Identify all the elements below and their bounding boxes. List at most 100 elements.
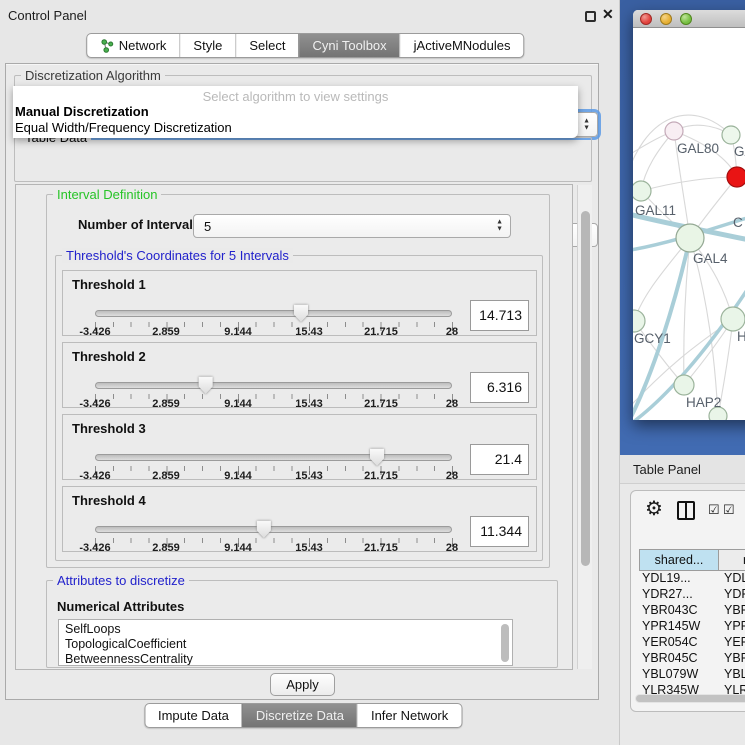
- table-horizontal-scrollbar[interactable]: [635, 694, 745, 703]
- slider-thumb[interactable]: [198, 376, 214, 394]
- thresholds-group-label: Threshold's Coordinates for 5 Intervals: [62, 248, 293, 263]
- table-row[interactable]: YBR045CYBR0: [639, 651, 745, 667]
- tab-discretize-data[interactable]: Discretize Data: [242, 704, 357, 727]
- network-node[interactable]: [722, 126, 740, 144]
- slider-axis-labels: -3.4262.8599.14415.4321.71528: [63, 398, 538, 410]
- network-node[interactable]: [633, 310, 645, 332]
- network-canvas[interactable]: GAL80GACGAL11GAL4GCY1HHAP2: [633, 29, 745, 420]
- tab-jactivemnodules[interactable]: jActiveMNodules: [400, 34, 524, 57]
- dropdown-option-manual-discretization[interactable]: Manual Discretization: [15, 104, 149, 119]
- tab-style[interactable]: Style: [179, 34, 235, 57]
- tab-network[interactable]: Network: [87, 34, 180, 57]
- threshold-row: Threshold 3 -3.4262.8599.14415.4321.7152…: [62, 414, 537, 480]
- threshold-row: Threshold 1 -3.4262.8599.14415.4321.7152…: [62, 270, 537, 336]
- interval-definition-group: Interval Definition Number of Intervals …: [46, 194, 550, 568]
- table-row[interactable]: YDR27...YDR2: [639, 587, 745, 603]
- dropdown-option-equal-width-frequency[interactable]: Equal Width/Frequency Discretization: [15, 120, 232, 135]
- numerical-attributes-label: Numerical Attributes: [57, 599, 184, 614]
- network-node[interactable]: [721, 307, 745, 331]
- discretization-algorithm-label: Discretization Algorithm: [21, 68, 165, 83]
- network-window-titlebar[interactable]: [633, 10, 745, 28]
- control-panel-titlebar: Control Panel ✕: [0, 0, 620, 30]
- settings-scrollpane: Interval Definition Number of Intervals …: [15, 184, 573, 670]
- tab-network-label: Network: [119, 38, 167, 53]
- column-header-shared[interactable]: shared...: [639, 549, 719, 571]
- table-row[interactable]: YBL079WYBL0: [639, 667, 745, 683]
- list-scrollbar[interactable]: [501, 624, 509, 662]
- column-header-name[interactable]: n: [719, 549, 745, 571]
- network-node[interactable]: [665, 122, 683, 140]
- number-of-intervals-value: 5: [204, 219, 211, 234]
- threshold-label: Threshold 1: [72, 277, 146, 292]
- zoom-traffic-light[interactable]: [680, 13, 692, 25]
- combo-stepper-icon: ▲▼: [583, 117, 590, 132]
- split-columns-icon[interactable]: [677, 501, 695, 520]
- network-node-label: GAL11: [635, 203, 676, 218]
- network-node[interactable]: [727, 167, 745, 187]
- list-item[interactable]: BetweennessCentrality: [65, 652, 512, 666]
- attributes-group-label: Attributes to discretize: [53, 573, 189, 588]
- network-node[interactable]: [674, 375, 694, 395]
- table-rows: YDL19...YDL1 YDR27...YDR2 YBR043CYBR0 YP…: [639, 571, 745, 694]
- table-row[interactable]: YPR145WYPR1: [639, 619, 745, 635]
- table-row[interactable]: YBR043CYBR0: [639, 603, 745, 619]
- checkbox-icon[interactable]: ☑: [723, 502, 735, 518]
- threshold-row: Threshold 2 -3.4262.8599.14415.4321.7152…: [62, 342, 537, 408]
- top-tab-bar: Network Style Select Cyni Toolbox jActiv…: [86, 33, 525, 58]
- list-item[interactable]: TopologicalCoefficient: [65, 637, 512, 652]
- panel-title: Control Panel: [8, 8, 87, 23]
- threshold-row: Threshold 4 -3.4262.8599.14415.4321.7152…: [62, 486, 537, 552]
- cyni-toolbox-content: Discretization Algorithm ▲▼ Table Data g…: [5, 63, 599, 700]
- slider-track[interactable]: [95, 310, 452, 317]
- minimize-traffic-light[interactable]: [660, 13, 672, 25]
- table-panel-card: ⚙ ☑ ☑ shared... n YDL19...YDL1 YDR27...Y…: [630, 490, 745, 712]
- threshold-value-field[interactable]: 14.713: [470, 300, 529, 331]
- slider-track[interactable]: [95, 454, 452, 461]
- threshold-label: Threshold 4: [72, 493, 146, 508]
- list-item[interactable]: SelfLoops: [65, 622, 512, 637]
- tab-cyni-toolbox[interactable]: Cyni Toolbox: [298, 34, 399, 57]
- table-row[interactable]: YLR345WYLR3: [639, 683, 745, 694]
- combo-stepper-icon: ▲▼: [496, 219, 503, 234]
- number-of-intervals-label: Number of Intervals: [78, 217, 200, 232]
- table-panel-title: Table Panel: [633, 462, 701, 477]
- network-node[interactable]: [676, 224, 704, 252]
- tab-infer-network[interactable]: Infer Network: [357, 704, 461, 727]
- network-node-label: HAP2: [686, 395, 721, 410]
- network-icon: [100, 39, 114, 53]
- tab-select[interactable]: Select: [235, 34, 298, 57]
- network-node-label: GAL80: [677, 141, 719, 156]
- checkbox-icon[interactable]: ☑: [708, 502, 720, 518]
- slider-axis-labels: -3.4262.8599.14415.4321.71528: [63, 326, 538, 338]
- threshold-value-field[interactable]: 11.344: [470, 516, 529, 547]
- threshold-value-field[interactable]: 21.4: [470, 444, 529, 475]
- control-panel: Control Panel ✕ Network Style Select Cyn…: [0, 0, 620, 745]
- gear-icon[interactable]: ⚙: [645, 496, 663, 521]
- algorithm-dropdown-popup: Select algorithm to view settings Manual…: [13, 86, 578, 138]
- slider-thumb[interactable]: [256, 520, 272, 538]
- table-data-group: Table Data galFiltered.sif default node …: [14, 137, 592, 182]
- float-window-icon[interactable]: [585, 11, 596, 22]
- panel-vertical-scrollbar[interactable]: [577, 185, 592, 669]
- table-row[interactable]: YER054CYER0: [639, 635, 745, 651]
- close-traffic-light[interactable]: [640, 13, 652, 25]
- network-view-window: GAL80GACGAL11GAL4GCY1HHAP2: [633, 10, 745, 420]
- number-of-intervals-combobox[interactable]: 5 ▲▼: [193, 214, 511, 238]
- table-row[interactable]: YDL19...YDL1: [639, 571, 745, 587]
- network-node-label: GAL4: [693, 251, 728, 266]
- table-panel-titlebar: Table Panel: [620, 455, 745, 484]
- slider-track[interactable]: [95, 382, 452, 389]
- slider-track[interactable]: [95, 526, 452, 533]
- apply-button[interactable]: Apply: [270, 673, 335, 696]
- threshold-value-field[interactable]: 6.316: [470, 372, 529, 403]
- network-node[interactable]: [633, 181, 651, 201]
- network-edge[interactable]: [641, 177, 737, 191]
- close-icon[interactable]: ✕: [602, 6, 614, 23]
- thresholds-group: Threshold's Coordinates for 5 Intervals …: [55, 255, 543, 561]
- network-node-label: H: [737, 329, 745, 344]
- right-region: GAL80GACGAL11GAL4GCY1HHAP2 Table Panel ⚙…: [620, 0, 745, 745]
- tab-impute-data[interactable]: Impute Data: [145, 704, 242, 727]
- slider-thumb[interactable]: [293, 304, 309, 322]
- table-header-row: shared... n: [639, 549, 745, 571]
- slider-thumb[interactable]: [369, 448, 385, 466]
